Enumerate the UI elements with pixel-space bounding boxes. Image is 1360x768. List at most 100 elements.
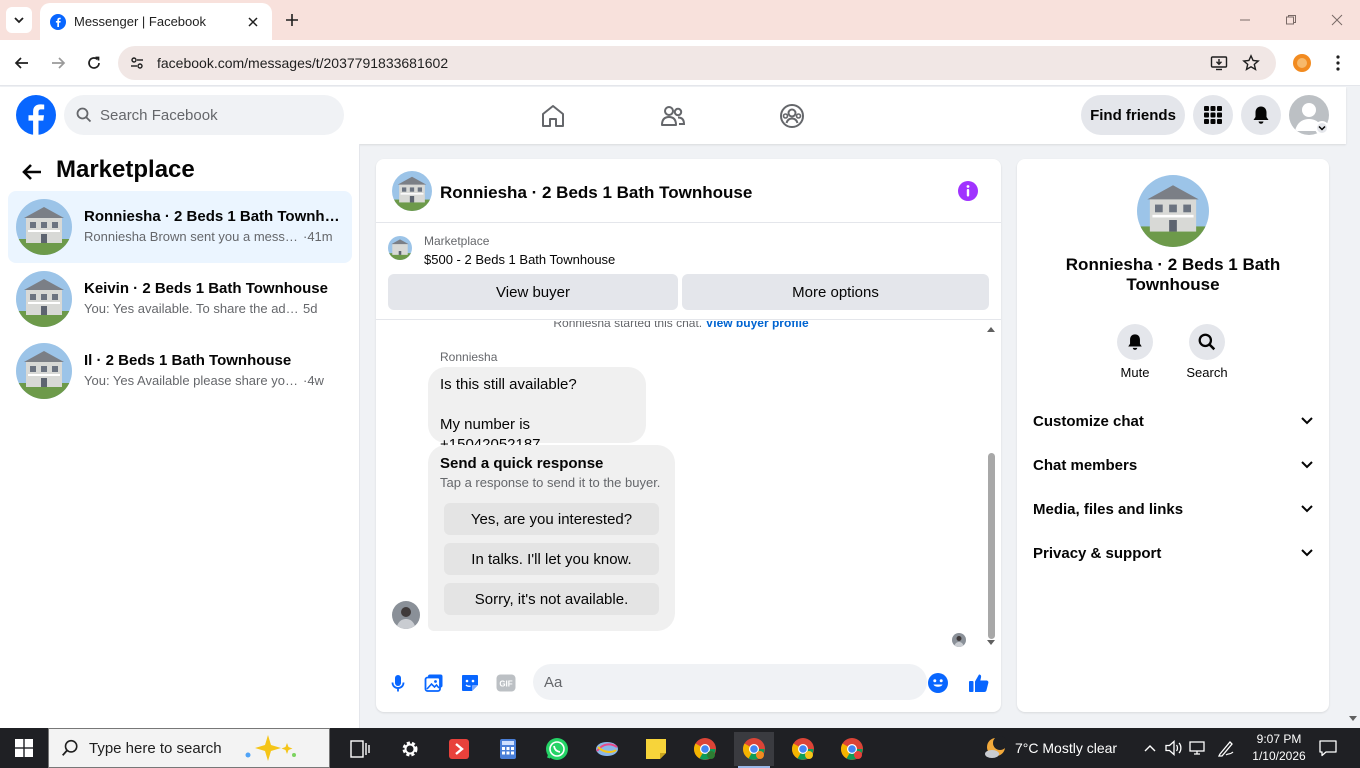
info-listing-photo[interactable] xyxy=(1137,175,1209,247)
show-hidden-icons-button[interactable] xyxy=(1140,738,1160,758)
taskbar-search-box[interactable]: Type here to search xyxy=(48,728,330,768)
attach-photo-button[interactable] xyxy=(422,671,446,695)
start-button[interactable] xyxy=(0,728,48,768)
conversation-item[interactable]: Keivin · 2 Beds 1 Bath Townhouse You: Ye… xyxy=(8,263,352,335)
taskbar-chrome-4[interactable] xyxy=(832,732,872,766)
thread-scrollbar[interactable] xyxy=(986,325,996,647)
new-tab-button[interactable] xyxy=(281,9,303,31)
browser-tab-messenger[interactable]: Messenger | Facebook xyxy=(40,3,272,40)
nav-home[interactable] xyxy=(536,99,570,133)
gif-button[interactable]: GIF xyxy=(494,671,518,695)
conversation-preview: You: Yes Available please share your c..… xyxy=(84,373,344,388)
pen-menu-button[interactable] xyxy=(1216,738,1236,758)
install-app-button[interactable] xyxy=(1209,53,1229,73)
row-label: Customize chat xyxy=(1033,412,1144,430)
site-info-icon[interactable] xyxy=(127,53,147,73)
listing-title[interactable]: $500 - 2 Beds 1 Bath Townhouse xyxy=(424,252,615,267)
message-thread[interactable]: Ronniesha started this chat. View buyer … xyxy=(376,321,1001,651)
chat-listing-thumbnail[interactable] xyxy=(392,171,432,211)
account-menu-badge[interactable] xyxy=(1315,121,1329,135)
taskbar-sticky-notes[interactable] xyxy=(636,732,676,766)
facebook-search-box[interactable] xyxy=(64,95,344,135)
chat-members-row[interactable]: Chat members xyxy=(1025,443,1321,487)
voice-clip-button[interactable] xyxy=(386,671,410,695)
taskbar-whatsapp[interactable] xyxy=(537,732,577,766)
conversation-item[interactable]: Ronniesha · 2 Beds 1 Bath Townho... Ronn… xyxy=(8,191,352,263)
arrow-left-icon xyxy=(14,57,28,69)
chevron-down-icon xyxy=(1301,505,1313,513)
more-options-button[interactable]: More options xyxy=(682,274,989,310)
profile-extension-button[interactable] xyxy=(1290,51,1314,75)
conversation-info-button[interactable] xyxy=(958,181,978,201)
nav-friends[interactable] xyxy=(656,99,690,133)
notification-center-button[interactable] xyxy=(1318,738,1338,758)
address-bar[interactable]: facebook.com/messages/t/2037791833681602 xyxy=(118,46,1276,80)
scroll-down-arrow-icon[interactable] xyxy=(986,639,996,647)
forward-button[interactable] xyxy=(46,51,70,75)
facebook-header: Find friends xyxy=(0,87,1346,144)
sender-avatar[interactable] xyxy=(392,601,420,629)
view-buyer-button[interactable]: View buyer xyxy=(388,274,678,310)
sidebar-back-button[interactable] xyxy=(20,160,44,184)
network-button[interactable] xyxy=(1188,738,1208,758)
sticker-button[interactable] xyxy=(458,671,482,695)
media-files-links-row[interactable]: Media, files and links xyxy=(1025,487,1321,531)
menu-button[interactable] xyxy=(1193,95,1233,135)
search-in-conversation-button[interactable] xyxy=(1189,324,1225,360)
taskbar-clock[interactable]: 9:07 PM 1/10/2026 xyxy=(1244,731,1314,765)
close-window-button[interactable] xyxy=(1327,10,1347,30)
profile-photo-icon xyxy=(392,601,420,629)
taskbar-app-globe[interactable] xyxy=(587,732,627,766)
taskbar-app-red[interactable] xyxy=(439,732,479,766)
incoming-message-bubble[interactable]: Is this still available? My number is +1… xyxy=(428,367,646,453)
bookmark-button[interactable] xyxy=(1241,53,1261,73)
volume-button[interactable] xyxy=(1164,738,1184,758)
message-line: Is this still available? xyxy=(440,376,577,393)
taskbar-chrome-2[interactable] xyxy=(734,732,774,768)
tab-close-button[interactable] xyxy=(244,13,262,31)
house-photo-icon xyxy=(388,236,412,260)
page-scroll-down-arrow-icon[interactable] xyxy=(1348,712,1358,724)
customize-chat-row[interactable]: Customize chat xyxy=(1025,399,1321,443)
moon-cloud-icon xyxy=(985,736,1007,758)
mute-button[interactable] xyxy=(1117,324,1153,360)
listing-thumbnail[interactable] xyxy=(388,236,412,260)
tab-search-button[interactable] xyxy=(6,7,32,33)
privacy-support-row[interactable]: Privacy & support xyxy=(1025,531,1321,575)
taskbar-calculator[interactable] xyxy=(488,732,528,766)
weather-text[interactable]: 7°C Mostly clear xyxy=(1015,740,1117,756)
conversation-item[interactable]: Il · 2 Beds 1 Bath Townhouse You: Yes Av… xyxy=(8,335,352,407)
minimize-window-button[interactable] xyxy=(1235,10,1255,30)
view-buyer-profile-link[interactable]: View buyer profile xyxy=(705,321,808,330)
browser-menu-button[interactable] xyxy=(1326,51,1350,75)
quick-response-button[interactable]: Sorry, it's not available. xyxy=(444,583,659,615)
taskbar-chrome-1[interactable] xyxy=(685,732,725,766)
emoji-button[interactable] xyxy=(926,671,950,695)
reload-button[interactable] xyxy=(82,51,106,75)
facebook-logo[interactable] xyxy=(16,95,56,135)
scrollbar-thumb[interactable] xyxy=(988,453,995,639)
chat-title[interactable]: Ronniesha · 2 Beds 1 Bath Townhouse xyxy=(440,183,752,203)
restore-window-button[interactable] xyxy=(1281,10,1301,30)
nav-groups[interactable] xyxy=(775,99,809,133)
send-like-button[interactable] xyxy=(967,671,991,695)
task-view-button[interactable] xyxy=(340,732,380,766)
taskbar-chrome-3[interactable] xyxy=(783,732,823,766)
facebook-search-input[interactable] xyxy=(100,106,320,124)
quick-response-button[interactable]: Yes, are you interested? xyxy=(444,503,659,535)
search-action[interactable]: Search xyxy=(1177,324,1237,380)
search-icon xyxy=(76,107,92,123)
find-friends-button[interactable]: Find friends xyxy=(1081,95,1185,135)
back-button[interactable] xyxy=(10,51,34,75)
weather-widget[interactable] xyxy=(983,736,1007,760)
preview-time: 5d xyxy=(303,301,318,316)
scroll-up-arrow-icon[interactable] xyxy=(986,325,996,333)
notifications-button[interactable] xyxy=(1241,95,1281,135)
clock-time: 9:07 PM xyxy=(1256,732,1302,746)
row-label: Chat members xyxy=(1033,456,1138,474)
gear-icon xyxy=(402,741,418,757)
quick-response-button[interactable]: In talks. I'll let you know. xyxy=(444,543,659,575)
message-input[interactable] xyxy=(533,664,927,700)
mute-action[interactable]: Mute xyxy=(1105,324,1165,380)
taskbar-settings[interactable] xyxy=(390,732,430,766)
